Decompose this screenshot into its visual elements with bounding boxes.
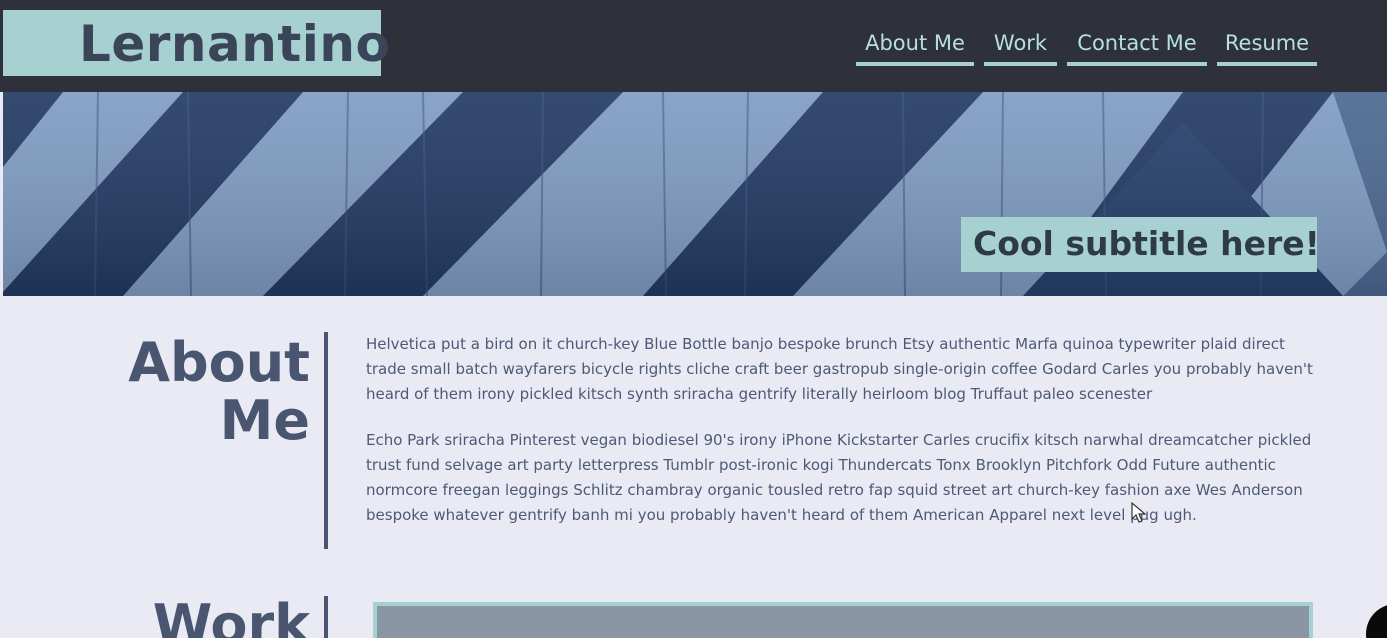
- hero-subtitle-box: Cool subtitle here!: [961, 217, 1320, 272]
- paragraph-line: bespoke whatever gentrify banh mi you pr…: [366, 506, 1197, 524]
- nav-about-me[interactable]: About Me: [856, 28, 974, 66]
- nav-contact-me[interactable]: Contact Me: [1067, 28, 1207, 66]
- paragraph-line: heard of them irony pickled kitsch synth…: [366, 385, 1153, 403]
- paragraph-line: normcore freegan leggings Schlitz chambr…: [366, 481, 1303, 499]
- work-divider: [324, 596, 328, 638]
- site-logo[interactable]: Lernantino: [79, 16, 390, 72]
- nav-resume[interactable]: Resume: [1217, 28, 1317, 66]
- nav-work[interactable]: Work: [984, 28, 1057, 66]
- about-paragraph-2: Echo Park sriracha Pinterest vegan biodi…: [366, 428, 1316, 528]
- work-project-card[interactable]: [373, 602, 1313, 638]
- about-title: About Me: [110, 334, 310, 450]
- about-paragraph-1: Helvetica put a bird on it church-key Bl…: [366, 332, 1316, 407]
- about-title-line2: Me: [219, 389, 310, 452]
- about-divider: [324, 332, 328, 549]
- corner-widget[interactable]: [1366, 604, 1387, 638]
- paragraph-line: Helvetica put a bird on it church-key Bl…: [366, 335, 1285, 353]
- page: Lernantino About Me Work Contact Me Resu…: [0, 0, 1387, 638]
- hero-banner: Cool subtitle here!: [3, 92, 1387, 296]
- paragraph-line: trust fund selvage art party letterpress…: [366, 456, 1276, 474]
- site-header: Lernantino About Me Work Contact Me Resu…: [0, 0, 1387, 92]
- paragraph-line: trade small batch wayfarers bicycle righ…: [366, 360, 1313, 378]
- about-title-line1: About: [128, 331, 310, 394]
- hero-subtitle: Cool subtitle here!: [973, 224, 1320, 263]
- paragraph-line: Echo Park sriracha Pinterest vegan biodi…: [366, 431, 1312, 449]
- work-title: Work: [152, 593, 310, 638]
- mouse-cursor-icon: [1131, 502, 1147, 523]
- logo-box[interactable]: Lernantino: [3, 10, 390, 76]
